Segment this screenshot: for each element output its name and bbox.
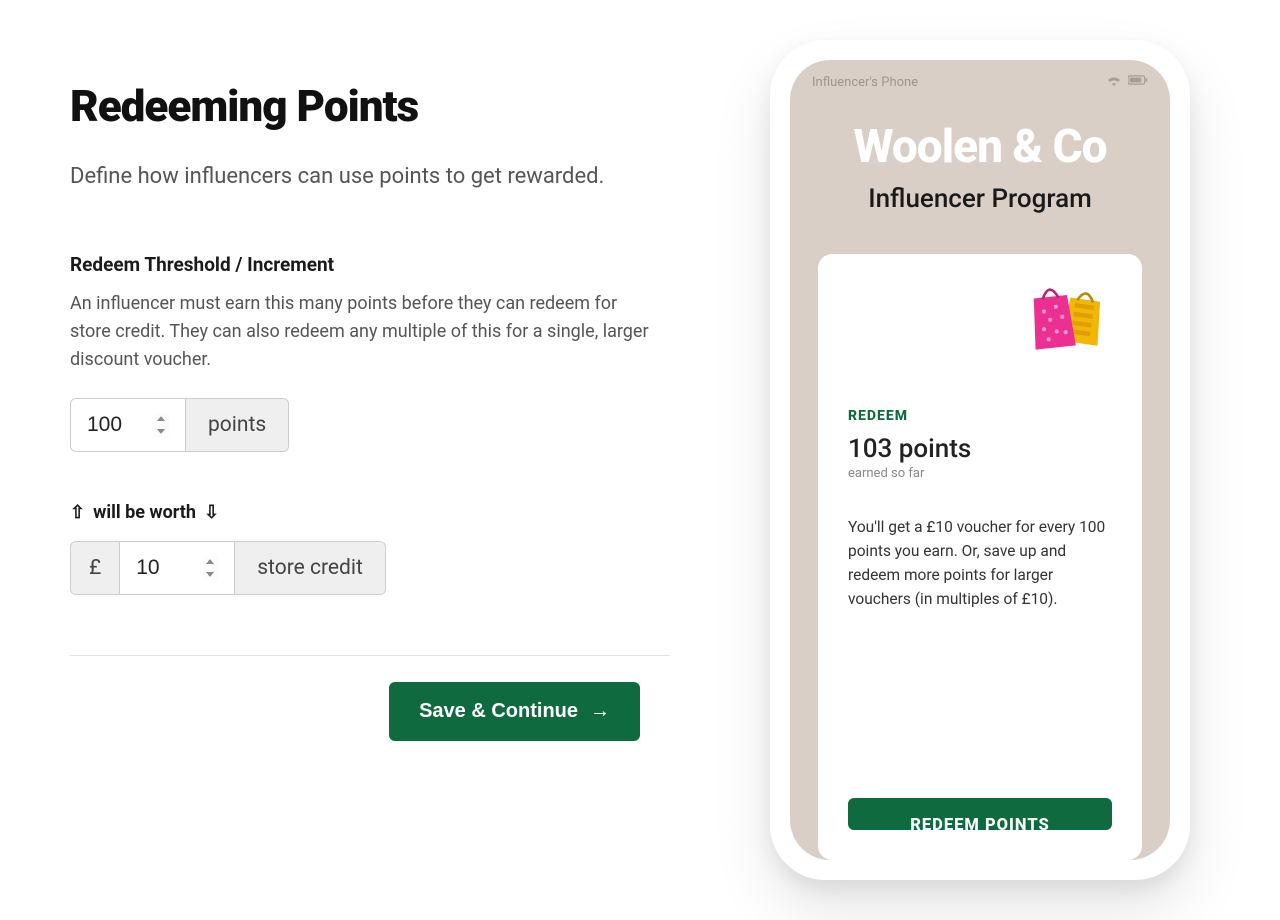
threshold-desc: An influencer must earn this many points… — [70, 290, 650, 374]
earned-label: earned so far — [848, 466, 1112, 481]
points-count: 103 points — [848, 434, 1112, 464]
brand-name: Woolen & Co — [790, 120, 1170, 174]
threshold-field: points — [70, 398, 289, 452]
threshold-input[interactable] — [71, 399, 186, 451]
currency-prefix: £ — [71, 542, 120, 594]
page-title: Redeeming Points — [70, 80, 670, 132]
shopping-bags-icon — [1026, 276, 1114, 368]
arrow-up-icon: ⇧ — [70, 502, 85, 523]
divider — [70, 655, 670, 656]
worth-label: ⇧ will be worth ⇩ — [70, 502, 670, 523]
page-subtitle: Define how influencers can use points to… — [70, 160, 610, 193]
redeem-explanation: You'll get a £10 voucher for every 100 p… — [848, 515, 1112, 611]
worth-suffix: store credit — [235, 542, 385, 594]
arrow-down-icon: ⇩ — [204, 502, 219, 523]
phone-preview: Influencer's Phone Woolen & Co Influence… — [770, 40, 1190, 880]
redeem-points-button[interactable]: REDEEM POINTS — [848, 798, 1112, 830]
battery-icon — [1128, 74, 1148, 90]
threshold-label: Redeem Threshold / Increment — [70, 253, 670, 276]
device-label: Influencer's Phone — [812, 75, 918, 90]
arrow-right-icon: → — [590, 700, 610, 723]
worth-field: £ store credit — [70, 541, 386, 595]
redeem-heading: REDEEM — [848, 408, 1112, 424]
redeem-card: REDEEM 103 points earned so far You'll g… — [818, 254, 1142, 860]
save-button-label: Save & Continue — [419, 700, 578, 723]
save-continue-button[interactable]: Save & Continue → — [389, 682, 640, 741]
worth-input[interactable] — [120, 542, 235, 594]
program-name: Influencer Program — [790, 184, 1170, 214]
worth-label-text: will be worth — [93, 502, 196, 523]
threshold-suffix: points — [186, 399, 288, 451]
wifi-icon — [1106, 74, 1122, 90]
